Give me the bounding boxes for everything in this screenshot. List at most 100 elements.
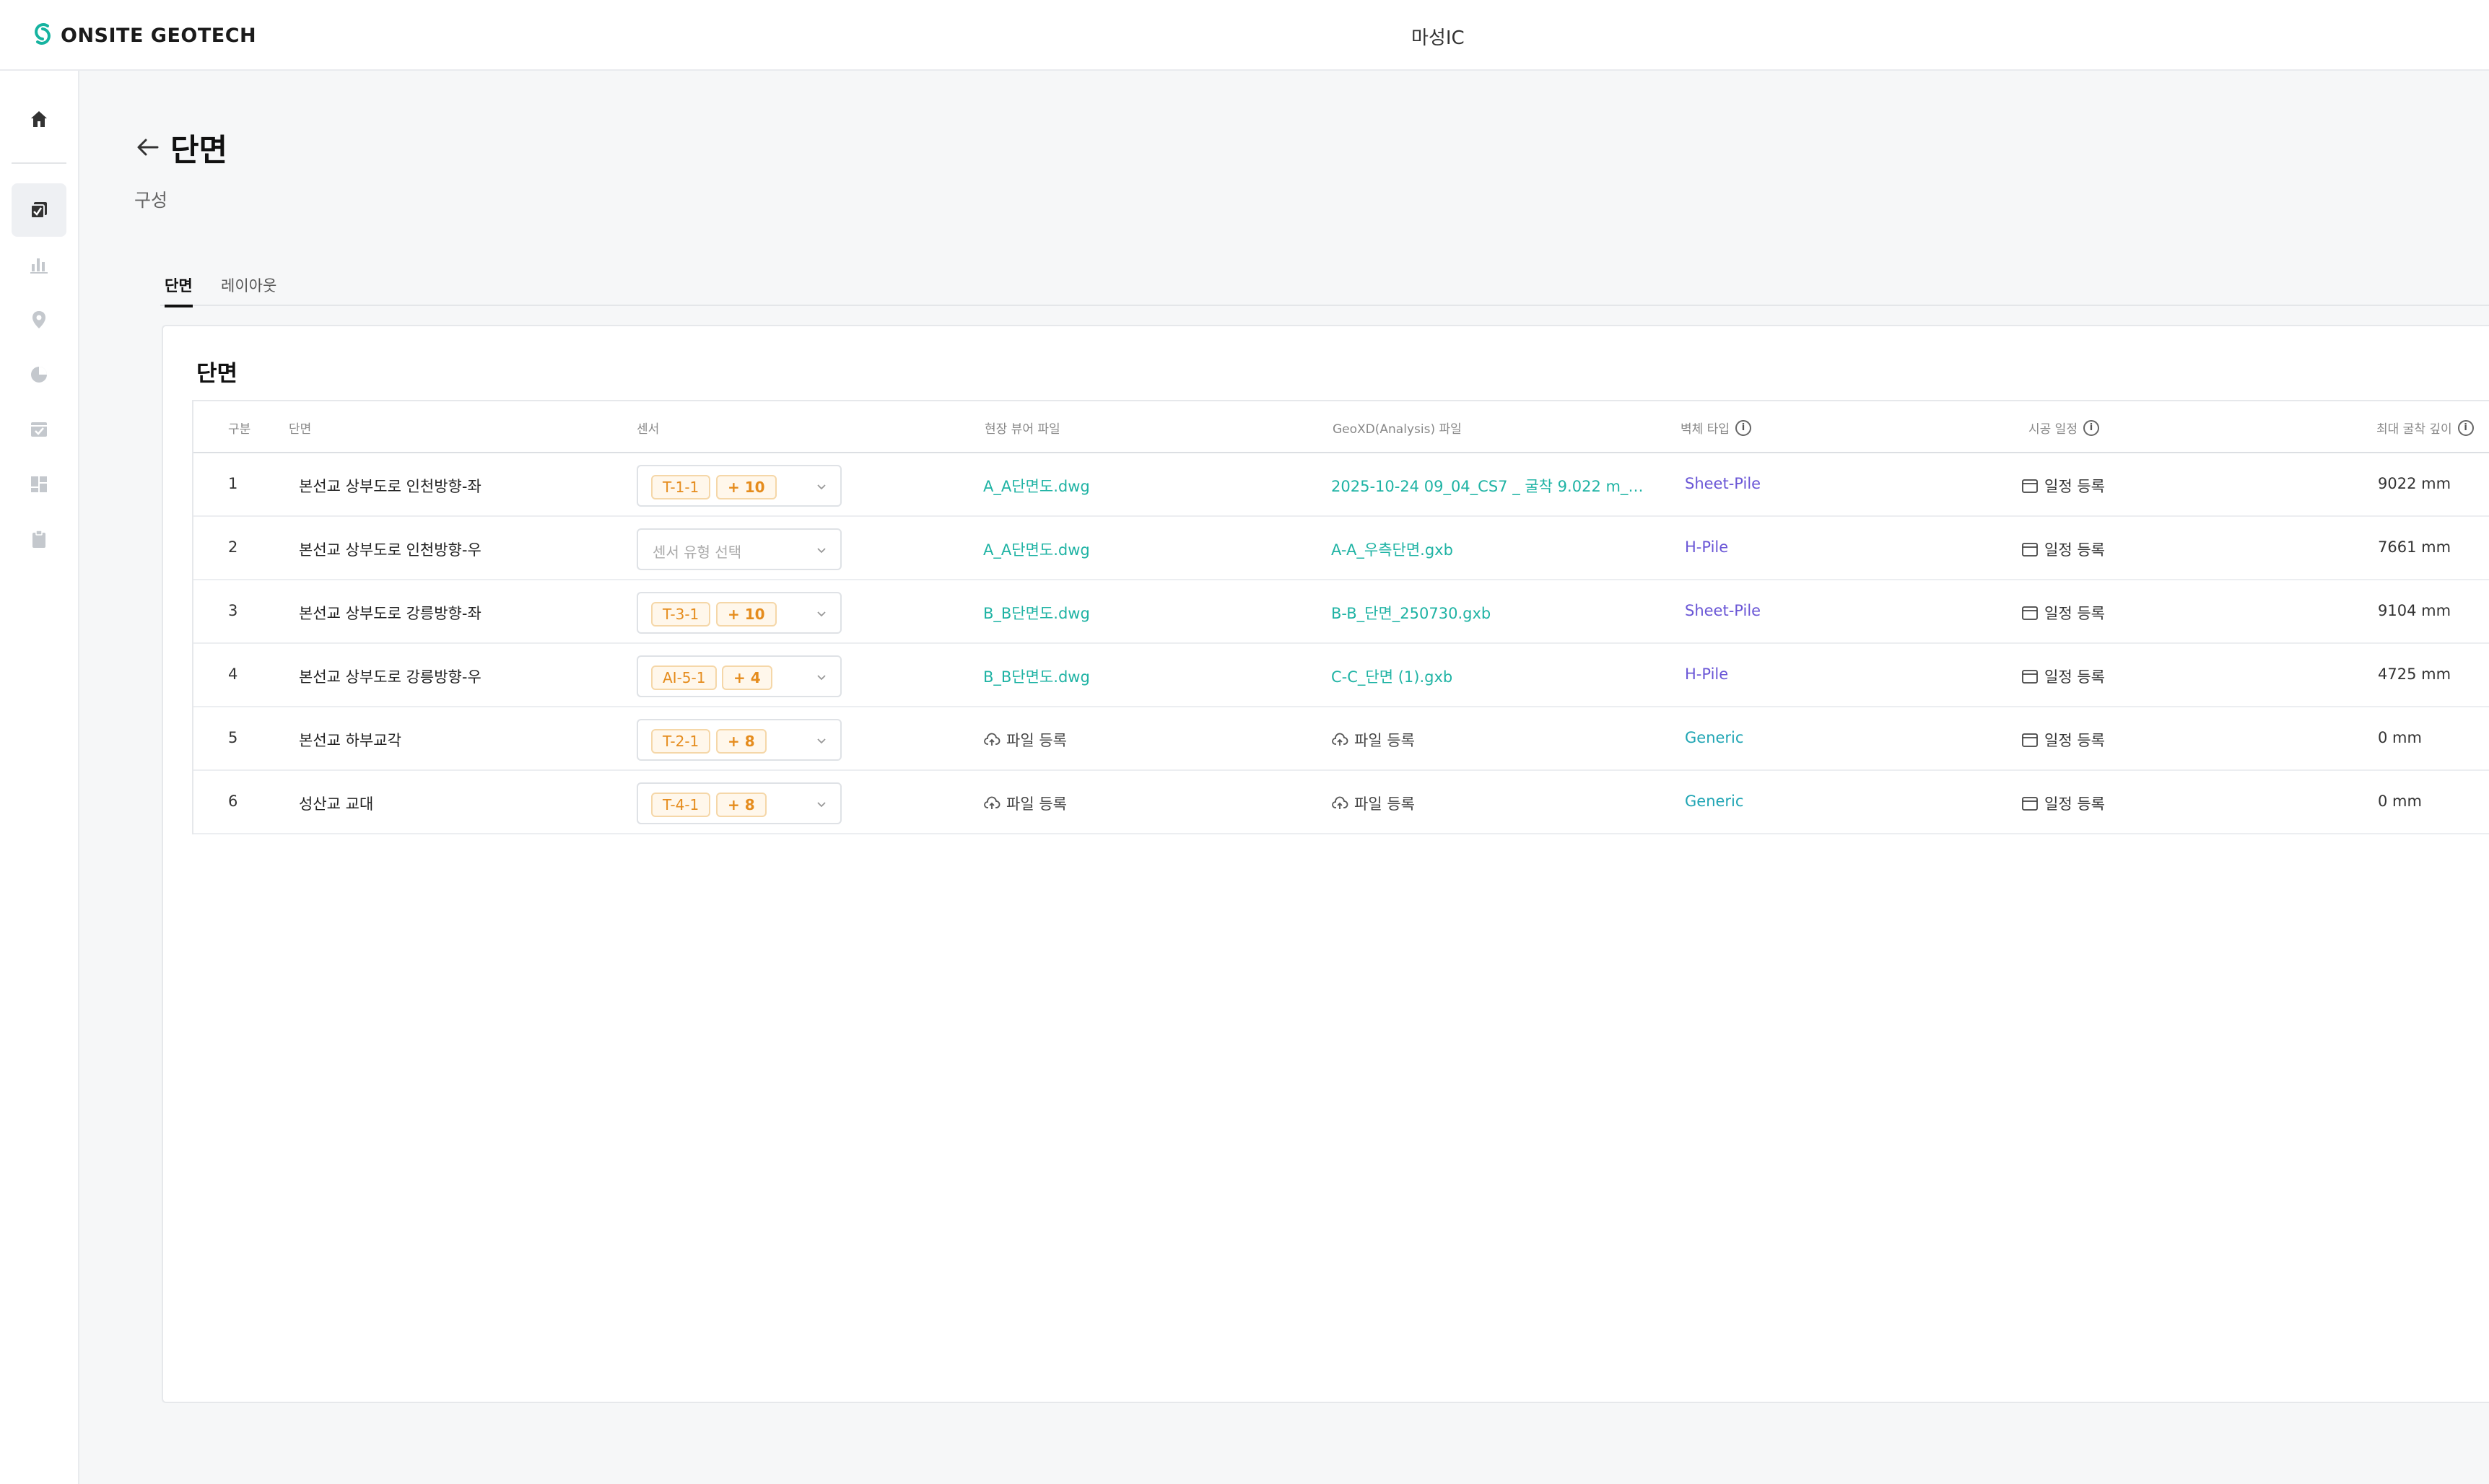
pie-chart-icon [31, 367, 47, 383]
calendar-icon [2022, 797, 2038, 811]
wall-type-link[interactable]: H-Pile [1685, 538, 1728, 556]
page-subtitle: 구성 [134, 190, 168, 211]
sensor-select[interactable]: AI-5-1 + 4 [637, 655, 842, 697]
geo-file-link[interactable]: B-B_단면_250730.gxb [1331, 602, 1491, 624]
sidebar-item-dashboard[interactable] [12, 458, 66, 511]
sidebar-item-home[interactable] [12, 92, 66, 146]
geo-upload-button[interactable]: 파일 등록 [1331, 729, 1415, 751]
upload-label: 파일 등록 [1006, 732, 1067, 749]
section-name: 본선교 하부교각 [299, 732, 401, 749]
viewer-upload-button[interactable]: 파일 등록 [983, 729, 1067, 751]
schedule-button[interactable]: 일정 등록 [2021, 665, 2105, 687]
header-wall-type-label: 벽체 타입 [1681, 422, 1730, 437]
header-viewer-file: 현장 뷰어 파일 [985, 422, 1060, 437]
chevron-down-icon [817, 802, 826, 808]
chevron-down-icon [817, 738, 826, 744]
brand-name: ONSITE GEOTECH [61, 24, 257, 47]
table-row[interactable]: 6 성산교 교대 T-4-1 + 8 파일 등록 파일 등록 Generic 일… [193, 771, 2489, 834]
row-number: 6 [228, 793, 238, 810]
sensor-more-chip: + 10 [716, 602, 777, 627]
sidebar-item-charts[interactable] [12, 238, 66, 292]
schedule-label: 일정 등록 [2044, 478, 2105, 495]
chevron-down-icon [817, 611, 826, 617]
schedule-button[interactable]: 일정 등록 [2021, 602, 2105, 624]
calendar-icon [2022, 670, 2038, 684]
sidebar-item-checklist[interactable] [12, 403, 66, 456]
sidebar-item-reports[interactable] [12, 512, 66, 566]
schedule-button[interactable]: 일정 등록 [2021, 793, 2105, 814]
info-icon[interactable]: i [1735, 419, 1751, 436]
upload-cloud-icon [984, 796, 1001, 809]
section-name: 본선교 상부도로 인천방향-좌 [299, 478, 481, 495]
sensor-select[interactable]: 센서 유형 선택 [637, 528, 842, 570]
viewer-file-link[interactable]: B_B단면도.dwg [983, 665, 1090, 687]
sensor-more-chip: + 10 [716, 475, 777, 499]
schedule-button[interactable]: 일정 등록 [2021, 475, 2105, 497]
chevron-down-icon [817, 548, 826, 554]
geo-file-link[interactable]: A-A_우측단면.gxb [1331, 538, 1453, 560]
header-wall-type: 벽체 타입 i [1681, 419, 1751, 437]
info-icon[interactable]: i [2457, 419, 2474, 436]
section-name: 본선교 상부도로 강릉방향-좌 [299, 605, 481, 622]
schedule-button[interactable]: 일정 등록 [2021, 729, 2105, 751]
row-number: 1 [228, 475, 238, 492]
calendar-icon [2022, 479, 2038, 493]
table-row[interactable]: 5 본선교 하부교각 T-2-1 + 8 파일 등록 파일 등록 Generic… [193, 707, 2489, 771]
tab-layout[interactable]: 레이아웃 [221, 274, 276, 305]
max-depth: 9104 mm [2378, 602, 2451, 619]
tab-sections[interactable]: 단면 [165, 274, 193, 307]
table-header: 구분 단면 센서 현장 뷰어 파일 GeoXD(Analysis) 파일 벽체 … [193, 401, 2489, 453]
wall-type-link[interactable]: Sheet-Pile [1685, 475, 1761, 492]
sensor-select[interactable]: T-1-1 + 10 [637, 465, 842, 507]
viewer-file-link[interactable]: B_B단면도.dwg [983, 602, 1090, 624]
info-icon[interactable]: i [2083, 419, 2099, 436]
geo-file-link[interactable]: C-C_단면 (1).gxb [1331, 665, 1452, 687]
section-name: 본선교 상부도로 강릉방향-우 [299, 668, 481, 686]
sections-icon [30, 202, 47, 219]
sections-table: 구분 단면 센서 현장 뷰어 파일 GeoXD(Analysis) 파일 벽체 … [192, 400, 2489, 834]
calendar-icon [2022, 606, 2038, 620]
row-number: 5 [228, 729, 238, 746]
sensor-select[interactable]: T-4-1 + 8 [637, 782, 842, 824]
sensor-more-chip: + 4 [722, 665, 772, 690]
location-pin-icon [32, 311, 45, 328]
header-schedule-label: 시공 일정 [2028, 422, 2078, 437]
top-bar: ONSITE GEOTECH 마성IC [0, 0, 2489, 71]
sidebar-item-sections[interactable] [12, 183, 66, 237]
header-no: 구분 [228, 422, 251, 437]
brand-logo[interactable]: ONSITE GEOTECH [32, 22, 256, 49]
viewer-upload-button[interactable]: 파일 등록 [983, 793, 1067, 814]
dashboard-icon [31, 476, 47, 492]
sensor-select[interactable]: T-2-1 + 8 [637, 719, 842, 761]
tab-bar: 단면 레이아웃 [160, 271, 2489, 307]
wall-type-link[interactable]: Generic [1685, 729, 1743, 746]
sensor-placeholder: 센서 유형 선택 [653, 544, 742, 561]
table-row[interactable]: 4 본선교 상부도로 강릉방향-우 AI-5-1 + 4 B_B단면도.dwg … [193, 644, 2489, 707]
schedule-button[interactable]: 일정 등록 [2021, 538, 2105, 560]
viewer-file-link[interactable]: A_A단면도.dwg [983, 475, 1090, 497]
wall-type-link[interactable]: H-Pile [1685, 665, 1728, 683]
max-depth: 0 mm [2378, 729, 2422, 746]
geo-file-link[interactable]: 2025-10-24 09_04_CS7 _ 굴착 9.022 m_원본 ... [1331, 475, 1649, 497]
sidebar-item-stats[interactable] [12, 348, 66, 401]
schedule-label: 일정 등록 [2044, 668, 2105, 686]
geo-upload-button[interactable]: 파일 등록 [1331, 793, 1415, 814]
wall-type-link[interactable]: Generic [1685, 793, 1743, 810]
sidebar-item-map[interactable] [12, 293, 66, 346]
table-row[interactable]: 3 본선교 상부도로 강릉방향-좌 T-3-1 + 10 B_B단면도.dwg … [193, 580, 2489, 644]
calendar-icon [2022, 543, 2038, 556]
home-icon [31, 111, 47, 127]
wall-type-link[interactable]: Sheet-Pile [1685, 602, 1761, 619]
back-arrow-icon[interactable] [134, 134, 162, 161]
sensor-select[interactable]: T-3-1 + 10 [637, 592, 842, 634]
viewer-file-link[interactable]: A_A단면도.dwg [983, 538, 1090, 560]
table-row[interactable]: 1 본선교 상부도로 인천방향-좌 T-1-1 + 10 A_A단면도.dwg … [193, 453, 2489, 517]
sidebar-divider [12, 162, 66, 164]
row-number: 3 [228, 602, 238, 619]
max-depth: 0 mm [2378, 793, 2422, 810]
table-row[interactable]: 2 본선교 상부도로 인천방향-우 센서 유형 선택 A_A단면도.dwg A-… [193, 517, 2489, 580]
sensor-chip: T-1-1 [651, 475, 711, 499]
sections-panel: 단면 구분 단면 센서 현장 뷰어 파일 GeoXD(Analysis) 파일 … [162, 325, 2489, 1403]
schedule-label: 일정 등록 [2044, 605, 2105, 622]
row-number: 2 [228, 538, 238, 556]
